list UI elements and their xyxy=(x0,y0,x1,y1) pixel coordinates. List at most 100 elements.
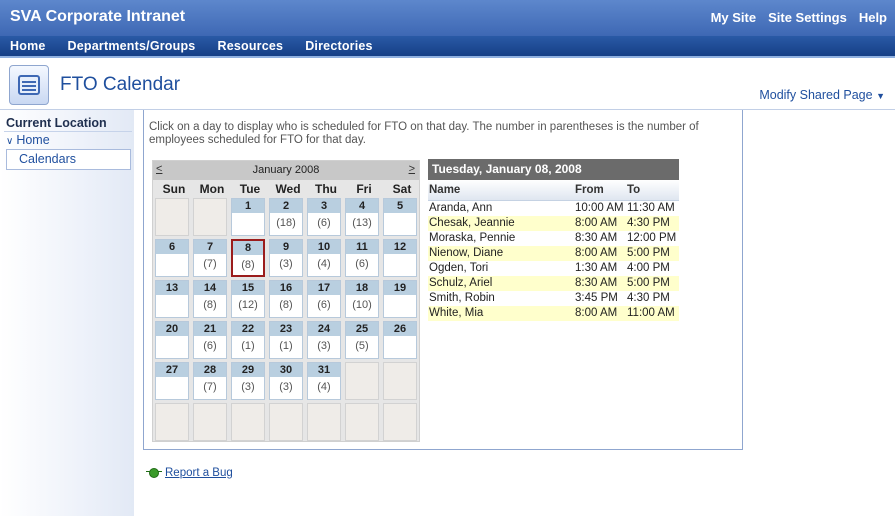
schedule-rows: Aranda, Ann 10:00 AM 11:30 AM Chesak, Jeann… xyxy=(428,201,679,321)
calendar-day[interactable]: 5 xyxy=(383,198,417,236)
nav-departments-groups[interactable]: Departments/Groups xyxy=(68,39,196,53)
calendar-day[interactable]: 21 (6) xyxy=(193,321,227,359)
site-settings-link[interactable]: Site Settings xyxy=(768,10,847,25)
to-time: 4:30 PM xyxy=(627,217,670,229)
calendar-day[interactable]: 28 (7) xyxy=(193,362,227,400)
calendar-day[interactable]: 16 (8) xyxy=(269,280,303,318)
calendar-day[interactable]: 29 (3) xyxy=(231,362,265,400)
fto-count: (8) xyxy=(241,259,255,271)
calendar-day[interactable]: 9 (3) xyxy=(269,239,303,277)
from-time: 3:45 PM xyxy=(575,292,618,304)
weekday-header: Wed xyxy=(275,182,301,196)
calendar-day[interactable]: 3 (6) xyxy=(307,198,341,236)
day-number: 31 xyxy=(308,363,340,377)
fto-count: (1) xyxy=(279,340,293,352)
nav-directories[interactable]: Directories xyxy=(305,39,373,53)
bug-icon xyxy=(146,466,162,479)
home-label: Home xyxy=(16,133,50,147)
calendar-day[interactable]: 24 (3) xyxy=(307,321,341,359)
weekday-header: Thu xyxy=(315,182,337,196)
fto-count: (6) xyxy=(317,217,331,229)
site-title[interactable]: SVA Corporate Intranet xyxy=(10,8,185,26)
calendar-day-empty xyxy=(193,403,227,441)
day-number: 22 xyxy=(232,322,264,336)
weekday-header: Sat xyxy=(392,182,412,196)
column-to[interactable]: To xyxy=(627,184,640,196)
calendar-day[interactable]: 30 (3) xyxy=(269,362,303,400)
fto-count: (4) xyxy=(317,258,331,270)
day-number: 13 xyxy=(156,281,188,295)
weekday-header: Sun xyxy=(162,182,186,196)
employee-name: Ogden, Tori xyxy=(429,262,489,274)
table-row: Schulz, Ariel 8:30 AM 5:00 PM xyxy=(428,276,679,291)
chevron-down-icon: ∨ xyxy=(6,136,14,147)
fto-count: (3) xyxy=(279,258,293,270)
day-number: 15 xyxy=(232,281,264,295)
fto-count: (4) xyxy=(317,381,331,393)
calendar-day[interactable]: 2 (18) xyxy=(269,198,303,236)
fto-count: (3) xyxy=(241,381,255,393)
nav-home[interactable]: Home xyxy=(10,39,46,53)
calendar-day[interactable]: 4 (13) xyxy=(345,198,379,236)
day-number: 3 xyxy=(308,199,340,213)
calendar-day[interactable]: 11 (6) xyxy=(345,239,379,277)
calendar-day[interactable]: 25 (5) xyxy=(345,321,379,359)
schedule-column-headers: Name From To xyxy=(428,180,679,201)
employee-name: Moraska, Pennie xyxy=(429,232,516,244)
top-links: My Site Site Settings Help xyxy=(711,10,887,25)
calendar-day-empty xyxy=(345,403,379,441)
calendar-day[interactable]: 23 (1) xyxy=(269,321,303,359)
divider xyxy=(4,131,132,132)
table-row: White, Mia 8:00 AM 11:00 AM xyxy=(428,306,679,321)
day-number: 7 xyxy=(194,240,226,254)
calendar-day[interactable]: 20 xyxy=(155,321,189,359)
calendar-day[interactable]: 7 (7) xyxy=(193,239,227,277)
day-number: 24 xyxy=(308,322,340,336)
fto-count: (7) xyxy=(203,258,217,270)
calendar-day[interactable]: 1 xyxy=(231,198,265,236)
calendar-day[interactable]: 22 (1) xyxy=(231,321,265,359)
calendar-day-empty xyxy=(155,403,189,441)
weekday-header: Fri xyxy=(356,182,372,196)
help-link[interactable]: Help xyxy=(859,10,887,25)
calendar-day[interactable]: 17 (6) xyxy=(307,280,341,318)
calendar-day[interactable]: 15 (12) xyxy=(231,280,265,318)
report-bug-link[interactable]: Report a Bug xyxy=(146,466,233,479)
from-time: 10:00 AM xyxy=(575,202,624,214)
modify-shared-page-menu[interactable]: Modify Shared Page ▼ xyxy=(759,88,885,102)
calendar-day[interactable]: 26 xyxy=(383,321,417,359)
from-time: 8:00 AM xyxy=(575,307,618,319)
calendar-day-empty xyxy=(155,198,189,236)
calendar-day-selected[interactable]: 8 (8) xyxy=(231,239,265,277)
calendar-day[interactable]: 18 (10) xyxy=(345,280,379,318)
fto-count: (7) xyxy=(203,381,217,393)
column-from[interactable]: From xyxy=(575,184,604,196)
next-month-link[interactable]: > xyxy=(409,163,415,175)
fto-count: (10) xyxy=(352,299,372,311)
sidebar-item-calendars[interactable]: Calendars xyxy=(6,149,131,170)
calendar-day[interactable]: 6 xyxy=(155,239,189,277)
employee-name: Schulz, Ariel xyxy=(429,277,493,289)
day-number: 6 xyxy=(156,240,188,254)
day-number: 30 xyxy=(270,363,302,377)
calendar-day[interactable]: 14 (8) xyxy=(193,280,227,318)
calendar-day[interactable]: 12 xyxy=(383,239,417,277)
calendar-day[interactable]: 13 xyxy=(155,280,189,318)
calendar-day[interactable]: 31 (4) xyxy=(307,362,341,400)
employee-name: Aranda, Ann xyxy=(429,202,493,214)
my-site-link[interactable]: My Site xyxy=(711,10,757,25)
day-number: 1 xyxy=(232,199,264,213)
calendar-day[interactable]: 27 xyxy=(155,362,189,400)
breadcrumb-home[interactable]: ∨ Home xyxy=(6,133,50,147)
calendar-page-icon xyxy=(9,65,49,105)
calendar-day[interactable]: 19 xyxy=(383,280,417,318)
day-number: 29 xyxy=(232,363,264,377)
table-row: Chesak, Jeannie 8:00 AM 4:30 PM xyxy=(428,216,679,231)
fto-count: (18) xyxy=(276,217,296,229)
to-time: 5:00 PM xyxy=(627,277,670,289)
nav-resources[interactable]: Resources xyxy=(217,39,283,53)
column-name[interactable]: Name xyxy=(429,184,460,196)
day-number: 8 xyxy=(233,241,263,255)
month-label: January 2008 xyxy=(252,164,320,176)
calendar-day[interactable]: 10 (4) xyxy=(307,239,341,277)
